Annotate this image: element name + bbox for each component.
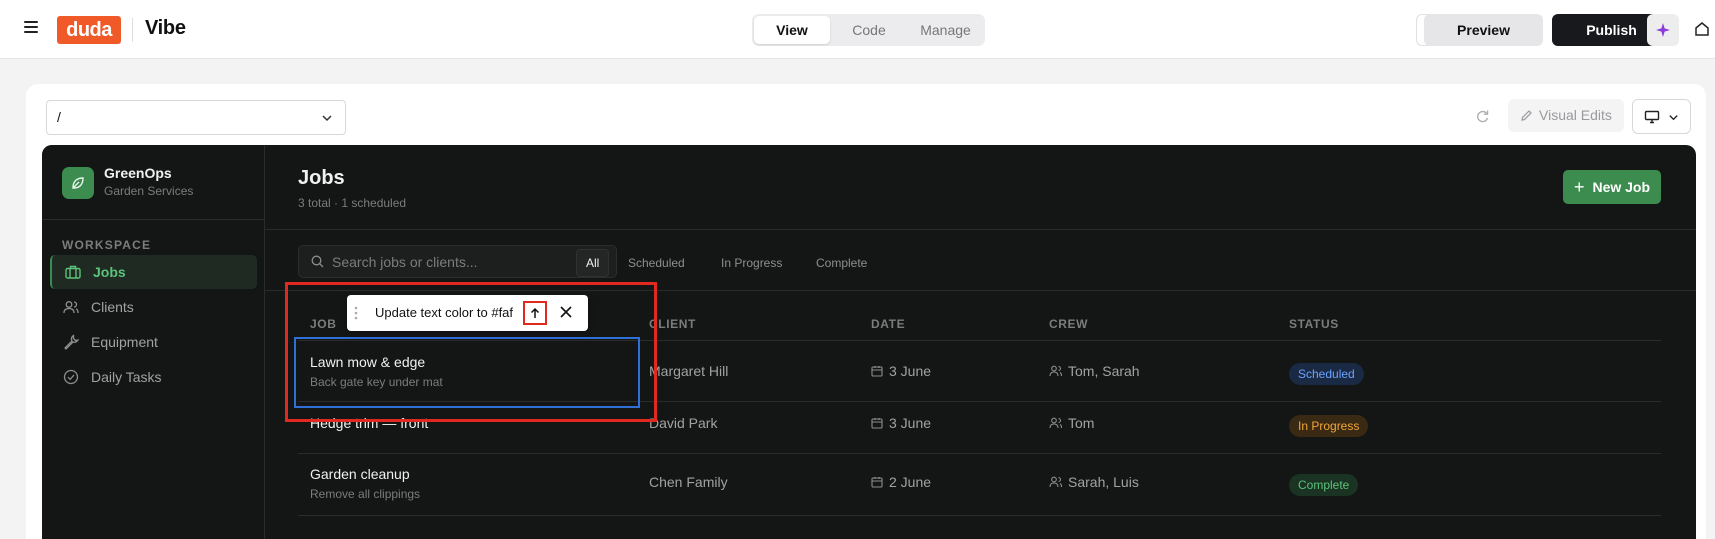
calendar-icon <box>871 366 883 377</box>
calendar-icon <box>871 418 883 429</box>
visual-edits-button[interactable]: Visual Edits <box>1508 99 1624 132</box>
home-icon[interactable] <box>1694 21 1710 37</box>
chevron-down-icon <box>1669 115 1678 121</box>
user-icon <box>1049 417 1062 429</box>
page-title: Jobs <box>298 167 345 189</box>
brand-logo <box>62 167 94 199</box>
edit-prompt-popup: Update text color to #faf <box>347 295 588 331</box>
mode-manage-button[interactable]: Manage <box>908 16 983 44</box>
drag-handle-icon[interactable] <box>353 305 359 321</box>
refresh-icon[interactable] <box>1475 109 1490 124</box>
ai-assistant-button[interactable] <box>1647 14 1679 46</box>
preview-button[interactable]: Preview <box>1424 14 1543 46</box>
mode-view-button[interactable]: View <box>754 16 830 44</box>
job-date: 2 June <box>871 474 931 490</box>
send-button[interactable] <box>523 301 547 325</box>
crew: Sarah, Luis <box>1049 474 1139 490</box>
filter-complete[interactable]: Complete <box>807 249 876 277</box>
crew-text: Tom, Sarah <box>1068 363 1140 379</box>
divider <box>265 229 1696 230</box>
users-icon <box>63 301 79 314</box>
sidebar-item-label: Equipment <box>91 334 158 350</box>
divider <box>132 18 133 42</box>
briefcase-icon <box>65 265 81 279</box>
search-icon <box>311 255 324 268</box>
edit-prompt-text[interactable]: Update text color to #faf <box>375 305 513 320</box>
mode-toggle: View Code Manage <box>752 14 985 46</box>
column-header-date: DATE <box>871 317 906 331</box>
top-bar: duda Vibe View Code Manage Preview Publi… <box>0 0 1715 59</box>
new-job-button[interactable]: + New Job <box>1563 170 1661 204</box>
search-input[interactable]: Search jobs or clients... <box>298 245 617 278</box>
check-circle-icon <box>63 369 79 385</box>
sparkle-icon <box>1656 23 1670 37</box>
mode-code-button[interactable]: Code <box>832 16 906 44</box>
column-header-crew: CREW <box>1049 317 1089 331</box>
close-icon[interactable] <box>559 305 573 319</box>
filter-in-progress[interactable]: In Progress <box>712 249 791 277</box>
filter-all[interactable]: All <box>576 249 610 277</box>
crew-text: Tom <box>1068 415 1095 431</box>
wrench-icon <box>64 334 79 350</box>
client-name-text: Margaret Hill <box>649 363 729 379</box>
client-name-text: Chen Family <box>649 474 728 490</box>
hamburger-menu-icon[interactable] <box>24 21 38 33</box>
date-text: 2 June <box>889 474 932 490</box>
visual-edits-label: Visual Edits <box>1539 107 1612 123</box>
sidebar-item-label: Jobs <box>93 264 126 280</box>
desktop-icon <box>1644 110 1660 124</box>
page-subtitle: 3 total · 1 scheduled <box>298 196 407 210</box>
job-title: Garden cleanup <box>310 466 410 482</box>
filter-scheduled[interactable]: Scheduled <box>619 249 694 277</box>
status-badge: Complete <box>1289 474 1359 496</box>
device-select[interactable] <box>1632 99 1691 134</box>
plus-icon: + <box>1573 177 1585 197</box>
app-name: Vibe <box>145 17 186 39</box>
search-placeholder: Search jobs or clients... <box>332 253 478 270</box>
pencil-icon <box>1521 110 1532 121</box>
sidebar-item-daily-tasks[interactable]: Daily Tasks <box>50 360 257 394</box>
sidebar-item-clients[interactable]: Clients <box>50 290 257 324</box>
new-job-label: New Job <box>1592 179 1651 195</box>
divider <box>42 219 265 220</box>
workspace-label: WORKSPACE <box>62 238 152 252</box>
sidebar-item-equipment[interactable]: Equipment <box>50 325 257 359</box>
crew-text: Sarah, Luis <box>1068 474 1139 490</box>
brand-subtitle: Garden Services <box>104 184 194 198</box>
brand-name: GreenOps <box>104 165 172 181</box>
status-badge: In Progress <box>1289 415 1369 437</box>
client-name: Chen Family <box>649 474 728 490</box>
column-header-status: STATUS <box>1289 317 1339 331</box>
job-date: 3 June <box>871 363 931 379</box>
sidebar-item-label: Daily Tasks <box>91 369 162 385</box>
arrow-up-icon <box>530 307 540 318</box>
leaf-icon <box>72 177 84 189</box>
page-path-select[interactable]: / <box>46 100 346 135</box>
client-name-text: David Park <box>649 415 718 431</box>
job-note: Remove all clippings <box>310 487 421 501</box>
duda-logo[interactable]: duda <box>57 16 121 44</box>
divider <box>298 515 1661 516</box>
date-text: 3 June <box>889 415 932 431</box>
client-name: Margaret Hill <box>649 363 728 379</box>
page-path-value: / <box>57 109 61 125</box>
chevron-down-icon <box>322 115 332 122</box>
client-name: David Park <box>649 415 717 431</box>
user-icon <box>1049 365 1062 377</box>
user-icon <box>1049 476 1062 488</box>
sidebar-item-jobs[interactable]: Jobs <box>50 255 257 289</box>
divider <box>298 453 1661 454</box>
calendar-icon <box>871 477 883 488</box>
sidebar-item-label: Clients <box>91 299 134 315</box>
job-date: 3 June <box>871 415 931 431</box>
crew: Tom <box>1049 415 1094 431</box>
crew: Tom, Sarah <box>1049 363 1140 379</box>
status-badge: Scheduled <box>1289 363 1364 385</box>
date-text: 3 June <box>889 363 932 379</box>
app-sidebar: GreenOps Garden Services WORKSPACE Jobs … <box>42 145 265 539</box>
